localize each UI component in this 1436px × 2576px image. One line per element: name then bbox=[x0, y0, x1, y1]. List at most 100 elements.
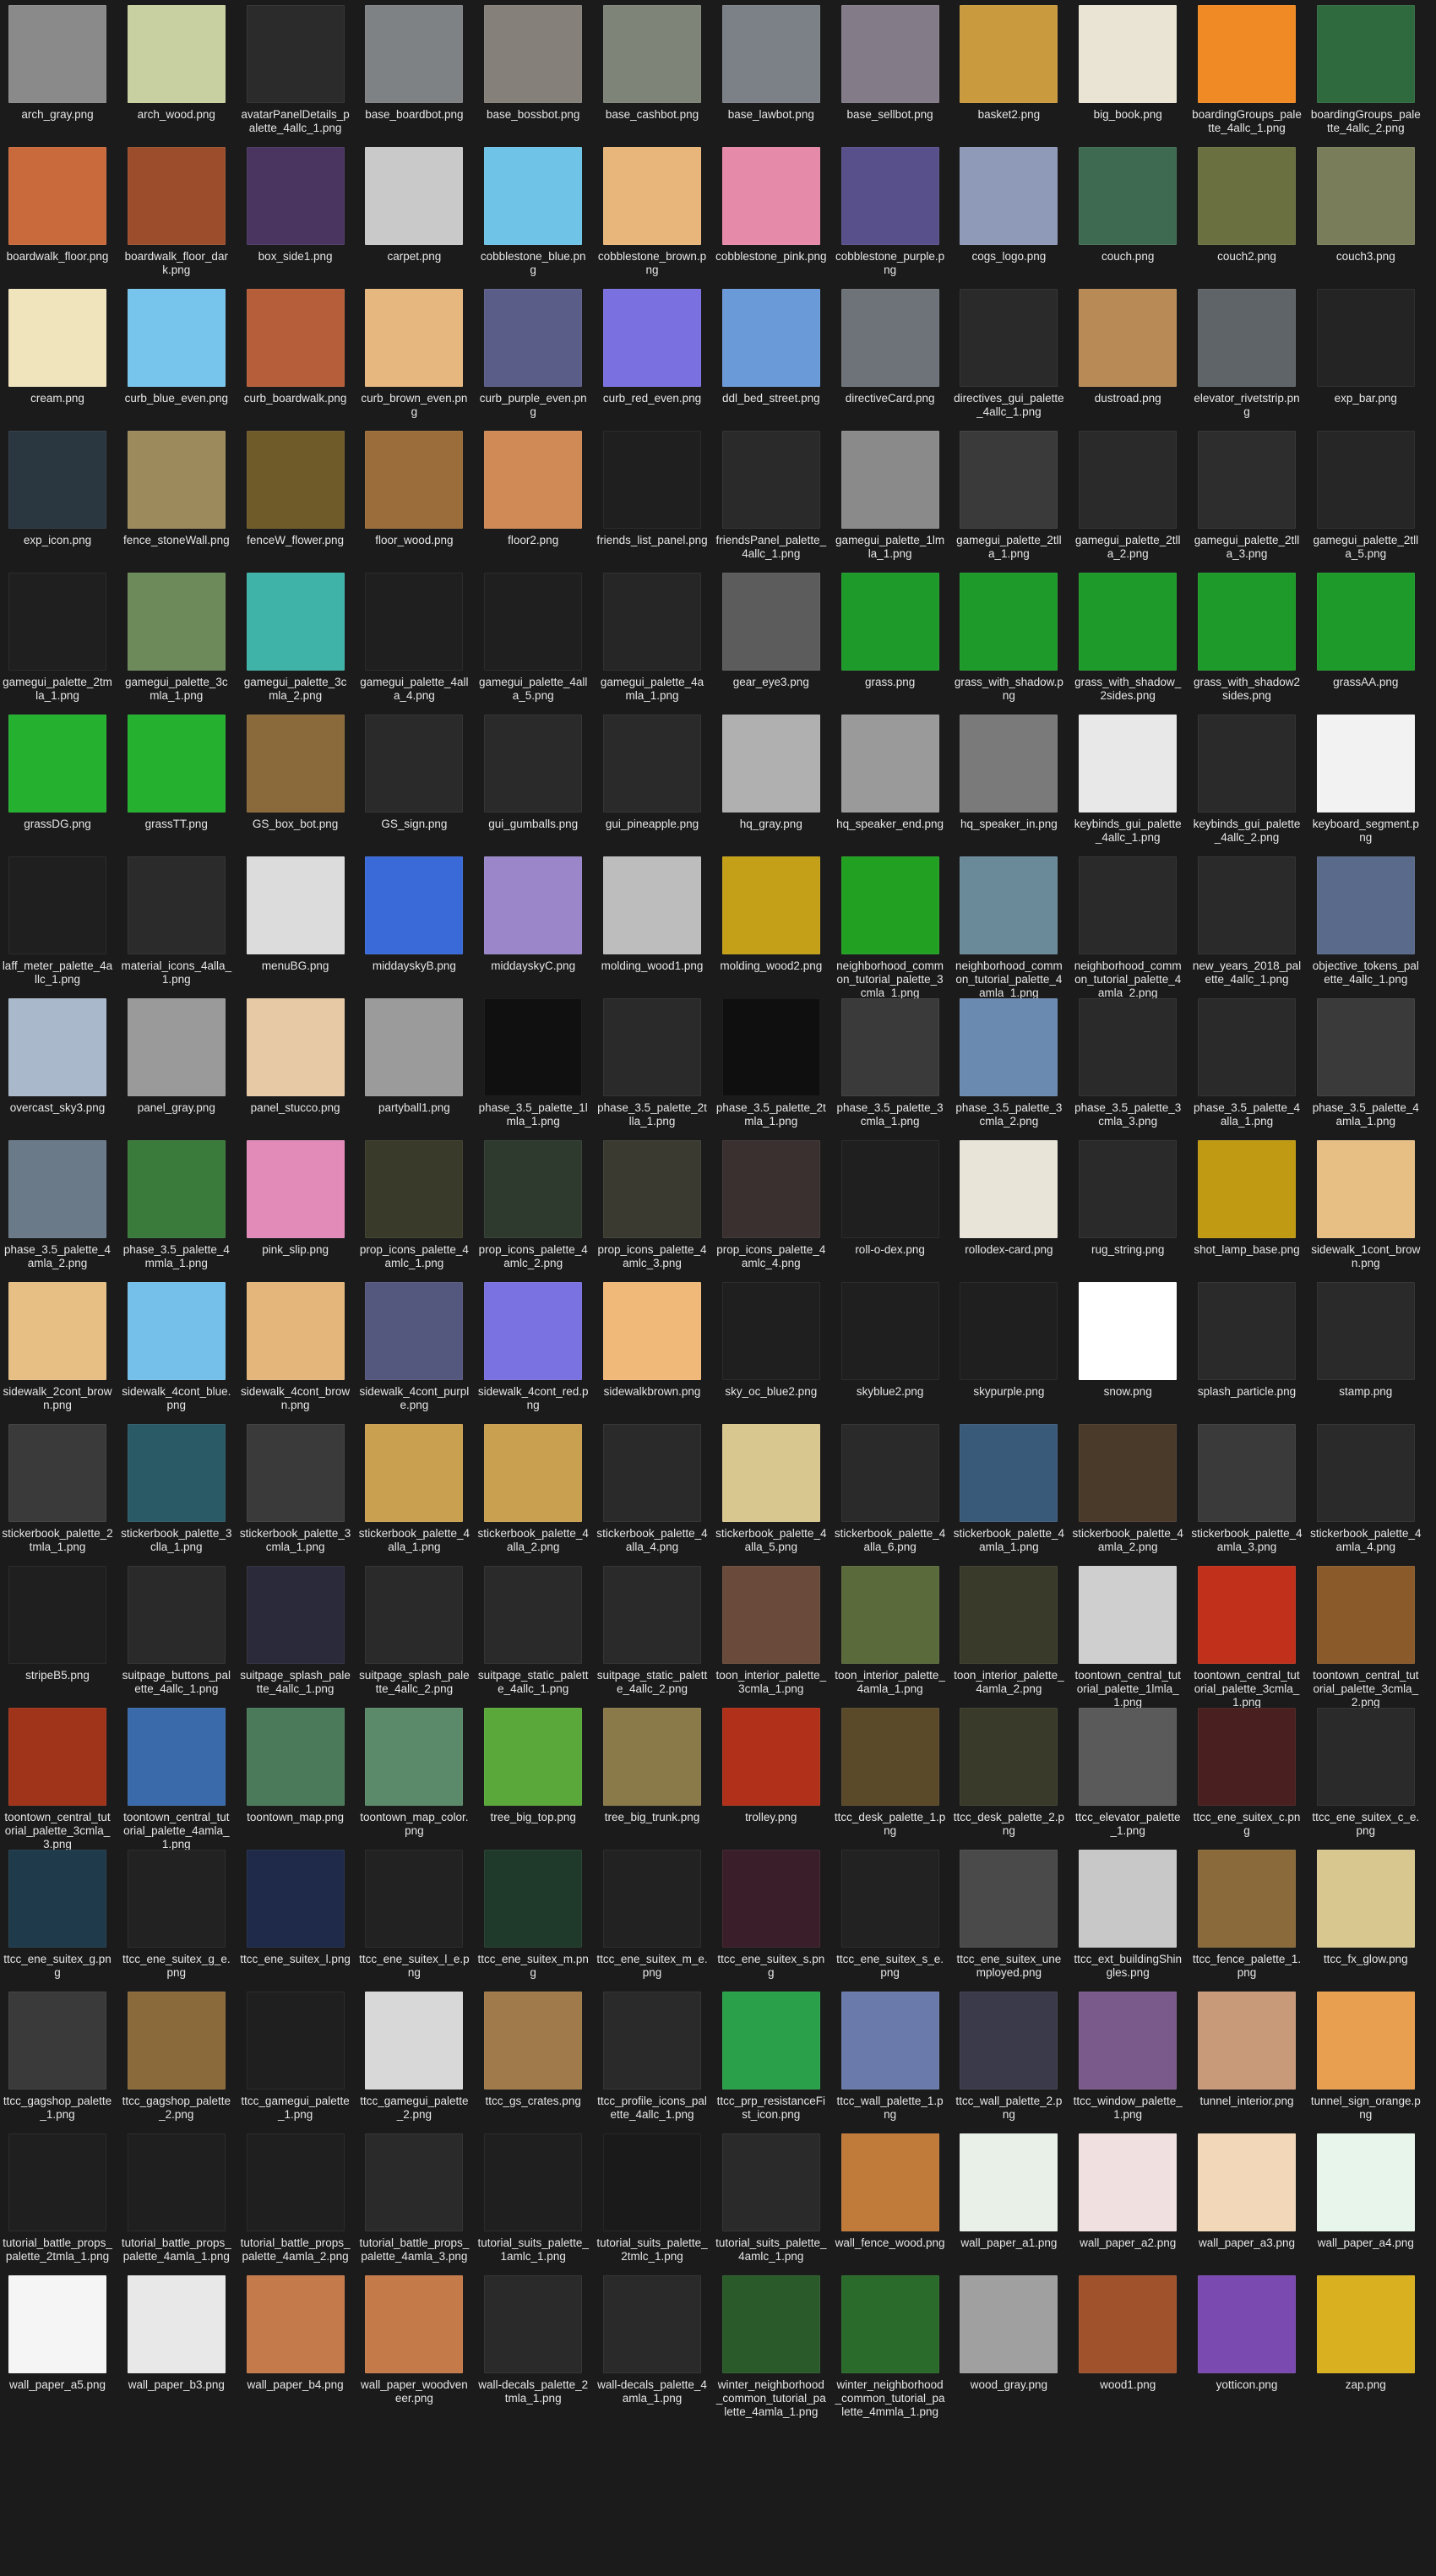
file-tile[interactable]: ttcc_ene_suitex_g_e.png bbox=[121, 1845, 232, 1986]
file-tile[interactable]: tutorial_battle_props_palette_2tmla_1.pn… bbox=[2, 2128, 113, 2270]
file-tile[interactable]: wall-decals_palette_2tmla_1.png bbox=[477, 2270, 589, 2412]
file-tile[interactable]: gamegui_palette_2tlla_3.png bbox=[1191, 426, 1303, 568]
file-tile[interactable]: wall_paper_a1.png bbox=[953, 2128, 1064, 2270]
file-tile[interactable]: ttcc_gs_crates.png bbox=[477, 1986, 589, 2128]
file-tile[interactable]: hq_gray.png bbox=[715, 709, 827, 851]
file-tile[interactable]: ttcc_gamegui_palette_2.png bbox=[358, 1986, 470, 2128]
file-tile[interactable]: sidewalk_4cont_red.png bbox=[477, 1277, 589, 1419]
file-tile[interactable]: suitpage_buttons_palette_4allc_1.png bbox=[121, 1561, 232, 1703]
file-tile[interactable]: toontown_map.png bbox=[240, 1703, 351, 1845]
file-tile[interactable]: new_years_2018_palette_4allc_1.png bbox=[1191, 851, 1303, 993]
file-tile[interactable]: couch2.png bbox=[1191, 142, 1303, 284]
file-tile[interactable]: keyboard_segment.png bbox=[1310, 709, 1422, 851]
file-tile[interactable]: tunnel_sign_orange.png bbox=[1310, 1986, 1422, 2128]
file-tile[interactable]: overcast_sky3.png bbox=[2, 993, 113, 1135]
file-tile[interactable]: stickerbook_palette_4alla_1.png bbox=[358, 1419, 470, 1561]
file-tile[interactable]: sidewalk_4cont_blue.png bbox=[121, 1277, 232, 1419]
file-tile[interactable]: ttcc_wall_palette_1.png bbox=[835, 1986, 946, 2128]
file-tile[interactable]: avatarPanelDetails_palette_4allc_1.png bbox=[240, 0, 351, 142]
file-tile[interactable]: grass_with_shadow_2sides.png bbox=[1072, 568, 1183, 709]
file-tile[interactable]: cobblestone_pink.png bbox=[715, 142, 827, 284]
file-tile[interactable]: toontown_central_tutorial_palette_3cmla_… bbox=[2, 1703, 113, 1850]
file-tile[interactable]: splash_particle.png bbox=[1191, 1277, 1303, 1419]
file-tile[interactable]: arch_wood.png bbox=[121, 0, 232, 142]
file-tile[interactable]: neighborhood_common_tutorial_palette_3cm… bbox=[835, 851, 946, 999]
file-tile[interactable]: ttcc_ene_suitex_c_e.png bbox=[1310, 1703, 1422, 1845]
file-tile[interactable]: stickerbook_palette_3cmla_1.png bbox=[240, 1419, 351, 1561]
file-tile[interactable]: ttcc_gamegui_palette_1.png bbox=[240, 1986, 351, 2128]
file-tile[interactable]: toontown_central_tutorial_palette_1lmla_… bbox=[1072, 1561, 1183, 1709]
file-tile[interactable]: phase_3.5_palette_4amla_2.png bbox=[2, 1135, 113, 1277]
file-tile[interactable]: exp_bar.png bbox=[1310, 284, 1422, 426]
file-tile[interactable]: skyblue2.png bbox=[835, 1277, 946, 1419]
file-tile[interactable]: wall_paper_a4.png bbox=[1310, 2128, 1422, 2270]
file-tile[interactable]: toontown_central_tutorial_palette_4amla_… bbox=[121, 1703, 232, 1850]
file-tile[interactable]: cobblestone_brown.png bbox=[596, 142, 708, 284]
file-tile[interactable]: arch_gray.png bbox=[2, 0, 113, 142]
file-tile[interactable]: ttcc_elevator_palette_1.png bbox=[1072, 1703, 1183, 1845]
file-tile[interactable]: grassTT.png bbox=[121, 709, 232, 851]
file-tile[interactable]: tutorial_suits_palette_2tmlc_1.png bbox=[596, 2128, 708, 2270]
file-tile[interactable]: ttcc_ene_suitex_g.png bbox=[2, 1845, 113, 1986]
file-tile[interactable]: GS_box_bot.png bbox=[240, 709, 351, 851]
file-tile[interactable]: gamegui_palette_4alla_5.png bbox=[477, 568, 589, 709]
file-tile[interactable]: ttcc_desk_palette_2.png bbox=[953, 1703, 1064, 1845]
file-tile[interactable]: stickerbook_palette_2tmla_1.png bbox=[2, 1419, 113, 1561]
file-tile[interactable]: cogs_logo.png bbox=[953, 142, 1064, 284]
file-tile[interactable]: ttcc_window_palette_1.png bbox=[1072, 1986, 1183, 2128]
file-tile[interactable]: wall_paper_a5.png bbox=[2, 2270, 113, 2412]
file-tile[interactable]: pink_slip.png bbox=[240, 1135, 351, 1277]
file-tile[interactable]: winter_neighborhood_common_tutorial_pale… bbox=[715, 2270, 827, 2418]
file-tile[interactable]: grass_with_shadow.png bbox=[953, 568, 1064, 709]
file-tile[interactable]: wall_paper_a3.png bbox=[1191, 2128, 1303, 2270]
file-tile[interactable]: winter_neighborhood_common_tutorial_pale… bbox=[835, 2270, 946, 2418]
file-tile[interactable]: toon_interior_palette_4amla_1.png bbox=[835, 1561, 946, 1703]
file-tile[interactable]: stickerbook_palette_4alla_6.png bbox=[835, 1419, 946, 1561]
file-tile[interactable]: grassDG.png bbox=[2, 709, 113, 851]
file-tile[interactable]: suitpage_static_palette_4allc_1.png bbox=[477, 1561, 589, 1703]
file-tile[interactable]: gui_pineapple.png bbox=[596, 709, 708, 851]
file-tile[interactable]: stickerbook_palette_4alla_4.png bbox=[596, 1419, 708, 1561]
file-tile[interactable]: partyball1.png bbox=[358, 993, 470, 1135]
file-tile[interactable]: gamegui_palette_4alla_4.png bbox=[358, 568, 470, 709]
file-tile[interactable]: middayskyB.png bbox=[358, 851, 470, 993]
file-tile[interactable]: couch.png bbox=[1072, 142, 1183, 284]
file-tile[interactable]: friends_list_panel.png bbox=[596, 426, 708, 568]
file-tile[interactable]: wall_paper_b3.png bbox=[121, 2270, 232, 2412]
file-tile[interactable]: ddl_bed_street.png bbox=[715, 284, 827, 426]
file-tile[interactable]: stamp.png bbox=[1310, 1277, 1422, 1419]
file-tile[interactable]: molding_wood2.png bbox=[715, 851, 827, 993]
file-tile[interactable]: ttcc_wall_palette_2.png bbox=[953, 1986, 1064, 2128]
file-tile[interactable]: gamegui_palette_3cmla_1.png bbox=[121, 568, 232, 709]
file-tile[interactable]: sky_oc_blue2.png bbox=[715, 1277, 827, 1419]
file-tile[interactable]: ttcc_ene_suitex_unemployed.png bbox=[953, 1845, 1064, 1986]
file-tile[interactable]: phase_3.5_palette_3cmla_2.png bbox=[953, 993, 1064, 1135]
file-tile[interactable]: carpet.png bbox=[358, 142, 470, 284]
file-tile[interactable]: grassAA.png bbox=[1310, 568, 1422, 709]
file-tile[interactable]: suitpage_static_palette_4allc_2.png bbox=[596, 1561, 708, 1703]
file-tile[interactable]: boardwalk_floor_dark.png bbox=[121, 142, 232, 284]
file-tile[interactable]: sidewalk_4cont_purple.png bbox=[358, 1277, 470, 1419]
file-tile[interactable]: gamegui_palette_2tmla_1.png bbox=[2, 568, 113, 709]
file-tile[interactable]: stickerbook_palette_3clla_1.png bbox=[121, 1419, 232, 1561]
file-tile[interactable]: stripeB5.png bbox=[2, 1561, 113, 1703]
file-tile[interactable]: phase_3.5_palette_4mmla_1.png bbox=[121, 1135, 232, 1277]
file-tile[interactable]: tree_big_top.png bbox=[477, 1703, 589, 1845]
file-tile[interactable]: phase_3.5_palette_2tlla_1.png bbox=[596, 993, 708, 1135]
file-tile[interactable]: sidewalk_1cont_brown.png bbox=[1310, 1135, 1422, 1277]
file-tile[interactable]: yotticon.png bbox=[1191, 2270, 1303, 2412]
file-tile[interactable]: GS_sign.png bbox=[358, 709, 470, 851]
file-tile[interactable]: ttcc_fence_palette_1.png bbox=[1191, 1845, 1303, 1986]
file-tile[interactable]: curb_purple_even.png bbox=[477, 284, 589, 426]
file-tile[interactable]: ttcc_ene_suitex_m.png bbox=[477, 1845, 589, 1986]
file-tile[interactable]: ttcc_profile_icons_palette_4allc_1.png bbox=[596, 1986, 708, 2128]
file-tile[interactable]: fence_stoneWall.png bbox=[121, 426, 232, 568]
file-tile[interactable]: middayskyC.png bbox=[477, 851, 589, 993]
file-tile[interactable]: toon_interior_palette_4amla_2.png bbox=[953, 1561, 1064, 1703]
file-tile[interactable]: gear_eye3.png bbox=[715, 568, 827, 709]
file-tile[interactable]: boardingGroups_palette_4allc_1.png bbox=[1191, 0, 1303, 142]
file-tile[interactable]: ttcc_ext_buildingShingles.png bbox=[1072, 1845, 1183, 1986]
file-tile[interactable]: zap.png bbox=[1310, 2270, 1422, 2412]
file-tile[interactable]: wall_paper_b4.png bbox=[240, 2270, 351, 2412]
file-tile[interactable]: keybinds_gui_palette_4allc_2.png bbox=[1191, 709, 1303, 851]
